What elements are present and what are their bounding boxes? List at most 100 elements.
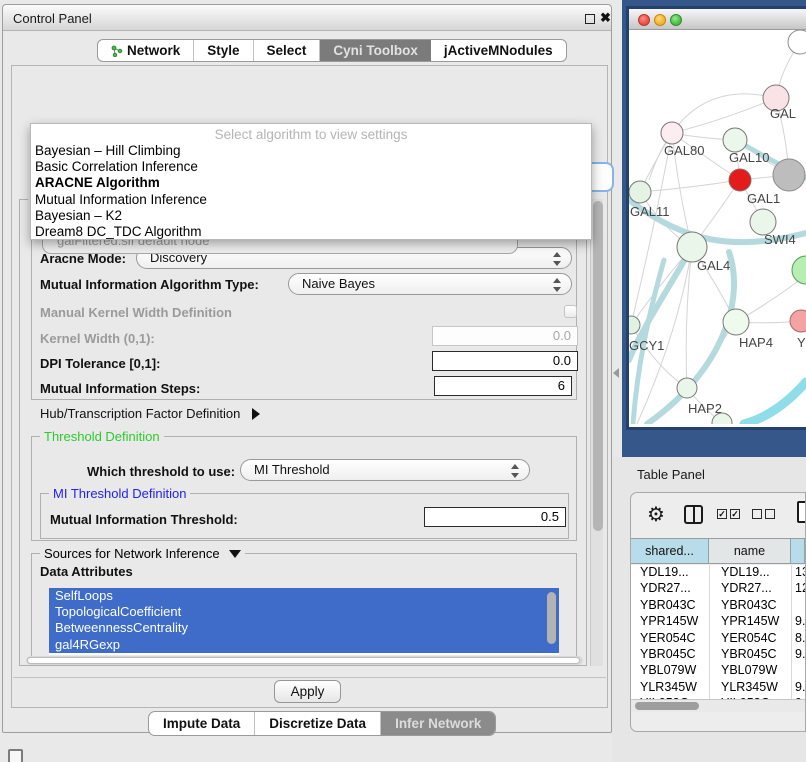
manual-kernel-width-checkbox[interactable] [564, 305, 577, 318]
table-cell[interactable]: YLR345W [631, 680, 709, 696]
table-cell[interactable]: YBR043C [709, 598, 791, 614]
algorithm-option[interactable]: Bayesian – K2 [31, 208, 591, 224]
tab-style[interactable]: Style [194, 40, 253, 61]
network-node[interactable] [723, 128, 747, 152]
algorithm-option[interactable]: Mutual Information Inference [31, 192, 591, 208]
network-node[interactable] [629, 316, 640, 334]
mi-algorithm-type-select[interactable]: Naive Bayes [288, 273, 572, 295]
settings-horizontal-scrollbar[interactable] [26, 656, 583, 665]
network-node[interactable] [729, 169, 751, 191]
network-node[interactable] [661, 122, 683, 144]
mi-threshold-input[interactable]: 0.5 [424, 507, 566, 527]
table-cell[interactable]: YBR043C [631, 598, 709, 614]
settings-vertical-scrollbar[interactable] [590, 199, 603, 666]
close-traffic-light-icon[interactable] [638, 14, 650, 26]
table-cell[interactable]: YDR27... [709, 581, 791, 597]
table-cell[interactable]: YBR045C [709, 647, 791, 663]
table-cell[interactable]: 12 [791, 581, 805, 597]
table-cell[interactable]: YBR045C [631, 647, 709, 663]
column-header-partial[interactable] [791, 539, 805, 563]
network-node[interactable] [629, 181, 651, 203]
kernel-width-input[interactable]: 0.0 [432, 326, 578, 346]
tab-jactivemnodules[interactable]: jActiveMNodules [431, 40, 566, 61]
application: Control Panel ✖ Network Style Select Cyn [0, 0, 806, 762]
float-window-icon[interactable] [585, 14, 595, 24]
network-canvas[interactable]: GALGAL80GAL10GAL1GAL11SWI4GAL4GCY1HAP4YH… [629, 30, 806, 424]
column-header-shared-name[interactable]: shared... [631, 539, 709, 563]
table-row[interactable]: YDR27...YDR27...12 [631, 581, 805, 597]
table-cell[interactable]: YDL19... [709, 565, 791, 581]
table-cell[interactable]: YBL079W [631, 663, 709, 679]
data-attribute-item[interactable]: TopologicalCoefficient [49, 604, 559, 620]
network-nodes: GALGAL80GAL10GAL1GAL11SWI4GAL4GCY1HAP4YH… [629, 30, 806, 424]
network-node[interactable] [792, 256, 806, 284]
table-cell[interactable] [791, 598, 805, 614]
spinner-arrows-icon [553, 278, 560, 292]
data-attribute-item[interactable]: BetweennessCentrality [49, 620, 559, 636]
list-scrollbar[interactable] [547, 592, 556, 644]
hub-definition-expander[interactable]: Hub/Transcription Factor Definition [40, 406, 260, 421]
table-row[interactable]: YPR145WYPR145W9. [631, 614, 805, 630]
data-attributes-list[interactable]: SelfLoopsTopologicalCoefficientBetweenne… [49, 588, 559, 655]
table-cell[interactable]: 9. [791, 647, 805, 663]
mi-algorithm-type-label: Mutual Information Algorithm Type: [40, 277, 259, 292]
network-node[interactable] [773, 159, 805, 191]
expand-right-icon [252, 408, 260, 420]
table-cell[interactable]: YBL079W [709, 663, 791, 679]
dpi-tolerance-input[interactable]: 0.0 [432, 351, 578, 371]
tab-cyni-toolbox[interactable]: Cyni Toolbox [320, 40, 431, 61]
table-horizontal-scrollbar[interactable] [631, 699, 805, 712]
close-icon[interactable]: ✖ [600, 10, 611, 26]
algorithm-option[interactable]: Bayesian – Hill Climbing [31, 143, 591, 159]
minimize-traffic-light-icon[interactable] [654, 14, 666, 26]
data-attribute-item[interactable]: SelfLoops [49, 588, 559, 604]
table-row[interactable]: YBL079WYBL079W [631, 663, 805, 679]
sources-title[interactable]: Sources for Network Inference [40, 546, 245, 561]
tab-discretize-data[interactable]: Discretize Data [255, 712, 381, 735]
network-node-label: SWI4 [764, 232, 796, 247]
tab-infer-network[interactable]: Infer Network [381, 712, 495, 735]
table-cell[interactable]: YPR145W [631, 614, 709, 630]
mi-steps-input[interactable]: 6 [434, 376, 572, 396]
tab-select[interactable]: Select [254, 40, 321, 61]
data-attribute-item[interactable]: gal4RGexp [49, 637, 559, 653]
network-node[interactable] [790, 310, 806, 332]
clear-checkboxes-icon[interactable] [752, 509, 775, 519]
table-cell[interactable] [791, 663, 805, 679]
network-node[interactable] [723, 309, 749, 335]
tab-network-label: Network [127, 43, 180, 58]
algorithm-option[interactable]: Dream8 DC_TDC Algorithm [31, 224, 591, 240]
apply-button[interactable]: Apply [274, 680, 341, 703]
algorithm-option[interactable]: ARACNE Algorithm [31, 175, 591, 191]
table-row[interactable]: YDL19...YDL19...13 [631, 565, 805, 581]
gear-icon[interactable]: ⚙ [647, 502, 665, 527]
table-cell[interactable]: YPR145W [709, 614, 791, 630]
table-row[interactable]: YLR345WYLR345W9. [631, 680, 805, 696]
document-icon[interactable] [797, 501, 806, 523]
which-threshold-select[interactable]: MI Threshold [240, 459, 530, 481]
panel-splitter-arrow[interactable] [613, 368, 619, 378]
table-cell[interactable]: YER054C [631, 631, 709, 647]
network-window-titlebar[interactable] [629, 9, 806, 30]
table-cell[interactable]: 13 [791, 565, 805, 581]
table-cell[interactable]: YLR345W [709, 680, 791, 696]
table-row[interactable]: YER054CYER054C8. [631, 631, 805, 647]
minimized-panel-icon[interactable] [8, 749, 23, 762]
select-all-checkboxes-icon[interactable]: ✓✓ [717, 509, 740, 519]
table-row[interactable]: YBR045CYBR045C9. [631, 647, 805, 663]
network-node[interactable] [677, 378, 697, 398]
table-cell[interactable]: YER054C [709, 631, 791, 647]
algorithm-option[interactable]: Basic Correlation Inference [31, 159, 591, 175]
table-cell[interactable]: 9. [791, 680, 805, 696]
column-header-name[interactable]: name [709, 539, 791, 563]
table-cell[interactable]: YDR27... [631, 581, 709, 597]
table-cell[interactable]: 9. [791, 614, 805, 630]
tab-impute-data[interactable]: Impute Data [149, 712, 255, 735]
zoom-traffic-light-icon[interactable] [670, 14, 682, 26]
table-cell[interactable]: YDL19... [631, 565, 709, 581]
network-node[interactable] [788, 30, 806, 54]
split-columns-icon[interactable] [684, 505, 703, 524]
table-row[interactable]: YBR043CYBR043C [631, 598, 805, 614]
tab-network[interactable]: Network [98, 40, 194, 61]
table-cell[interactable]: 8. [791, 631, 805, 647]
